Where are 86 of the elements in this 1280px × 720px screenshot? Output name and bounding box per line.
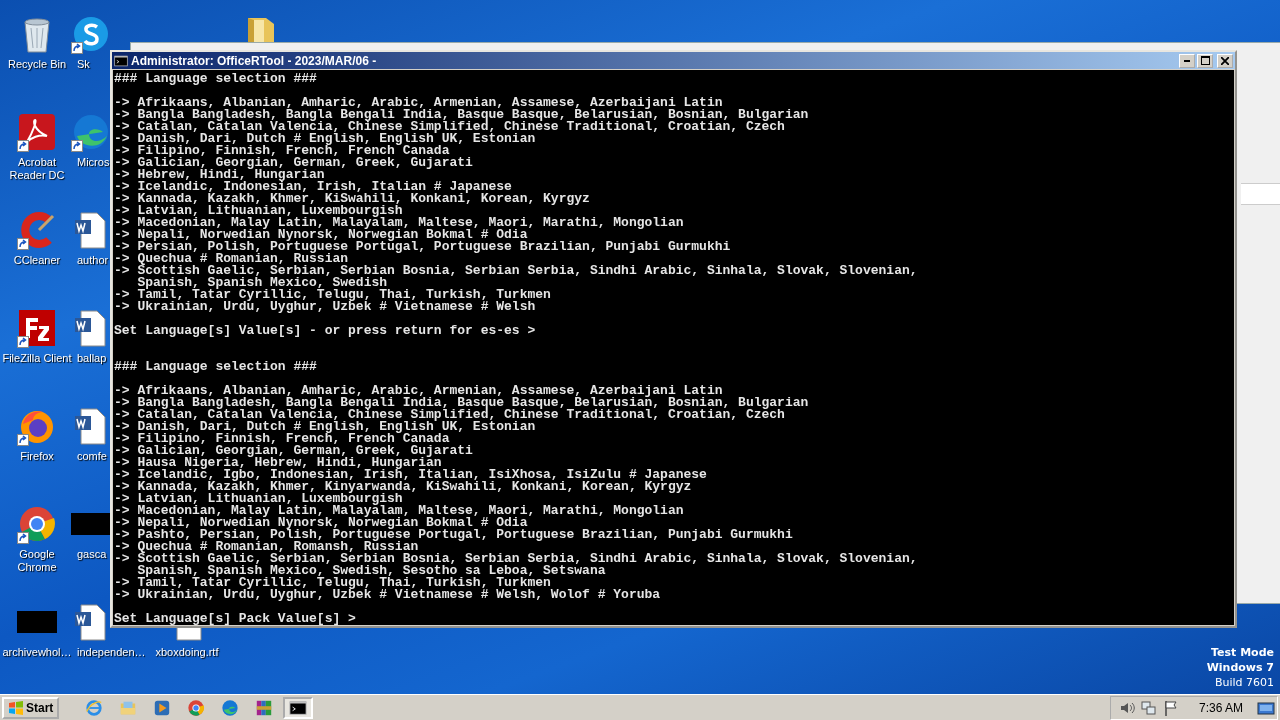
filezilla-icon xyxy=(17,308,57,348)
minimize-icon xyxy=(1184,59,1190,62)
desktop-icon-label[interactable]: ballap xyxy=(75,352,107,365)
console-line: -> Icelandic, Igbo, Indonesian, Irish, Italian, IsiXhosa, IsiZulu # Japanese xyxy=(114,469,707,481)
network-icon[interactable] xyxy=(1140,699,1157,716)
console-line: -> Nepali, Norwedian Nynorsk, Norwegian Bokmal # Odia xyxy=(114,229,528,241)
desktop-icon-label[interactable]: Firefox xyxy=(20,450,54,463)
desktop-icon-label[interactable]: Google Chrome xyxy=(1,548,73,574)
minimize-button[interactable] xyxy=(1179,53,1195,68)
console-line: -> Danish, Dari, Dutch # English, English UK, Estonian xyxy=(114,133,536,145)
os-notice-text: Windows 7 xyxy=(1206,660,1274,675)
console-line: -> Filipino, Finnish, French, French Canada xyxy=(114,145,450,157)
ie-icon xyxy=(85,698,104,717)
console-prompt: Set Language[s] Value[s] - or press return for es-es > xyxy=(114,325,536,337)
show-desktop-icon[interactable] xyxy=(1257,699,1275,716)
desktop-icon-label[interactable]: comfe xyxy=(75,450,107,463)
flag-icon[interactable] xyxy=(1162,699,1179,716)
console-line: -> Scottish Gaelic, Serbian, Serbian Bosnia, Serbian Serbia, Sindhi Arabic, Sinhala, Slovak, Slovenian, xyxy=(114,553,918,565)
console-line: -> Ukrainian, Urdu, Uyghur, Uzbek # Vietnamese # Welsh xyxy=(114,301,536,313)
maximize-icon xyxy=(1200,56,1210,65)
console-line: -> Pashto, Persian, Polish, Portuguese Portugal, Portuguese Brazilian, Punjabi Gurmukhi xyxy=(114,529,793,541)
console-line: -> Tamil, Tatar Cyrillic, Telugu, Thai, Turkish, Turkmen xyxy=(114,577,551,589)
os-notice-text: Test Mode xyxy=(1211,645,1274,660)
console-line: -> Bangla Bangladesh, Bangla Bengali India, Basque Basque, Belarusian, Bosnian, Bulgarian xyxy=(114,109,809,121)
desktop-icon-label[interactable]: xboxdoing.rtf xyxy=(155,646,219,659)
close-button[interactable] xyxy=(1217,53,1233,68)
console-line: -> Latvian, Lithuanian, Luxembourgish xyxy=(114,205,403,217)
console-line: -> Filipino, Finnish, French, French Canada xyxy=(114,433,450,445)
console-line: -> Galician, Georgian, German, Greek, Gujarati xyxy=(114,445,473,457)
console-line: -> Danish, Dari, Dutch # English, English UK, Estonian xyxy=(114,421,536,433)
console-line: -> Ukrainian, Urdu, Uyghur, Uzbek # Vietnamese # Welsh, Wolof # Yoruba xyxy=(114,589,661,601)
console-line: -> Macedonian, Malay Latin, Malayalam, Maltese, Maori, Marathi, Mongolian xyxy=(114,505,684,517)
console-line: -> Hebrew, Hindi, Hungarian xyxy=(114,169,325,181)
console-icon xyxy=(114,53,128,68)
console-line: -> Persian, Polish, Portuguese Portugal, Portuguese Brazilian, Punjabi Gurmukhi xyxy=(114,241,731,253)
file-icon xyxy=(71,513,111,535)
start-button[interactable]: Start xyxy=(2,696,60,719)
console-prompt: Set Language[s] Pack Value[s] > xyxy=(114,613,356,625)
console-line: -> Icelandic, Indonesian, Irish, Italian # Japanese xyxy=(114,181,512,193)
os-notice-text: Build 7601 xyxy=(1214,675,1274,690)
console-line: -> Catalan, Catalan Valencia, Chinese Simplified, Chinese Traditional, Croatian, Czech xyxy=(114,409,785,421)
archive-books-icon xyxy=(255,698,274,717)
desktop-icon-label[interactable]: CCleaner xyxy=(13,254,61,267)
browser-wave-icon xyxy=(221,698,240,717)
console-line: -> Kannada, Kazakh, Khmer, KiSwahili, Konkani, Korean, Kyrgyz xyxy=(114,193,590,205)
clock[interactable]: 7:36 AM xyxy=(1198,700,1243,715)
console-heading: ### Language selection ### xyxy=(114,361,317,373)
desktop-icon-label[interactable]: Acrobat Reader DC xyxy=(1,156,73,182)
console-line: -> Tamil, Tatar Cyrillic, Telugu, Thai, Turkish, Turkmen xyxy=(114,289,551,301)
console-line: -> Scottish Gaelic, Serbian, Serbian Bosnia, Serbian Serbia, Sindhi Arabic, Sinhala, Slovak, Slovenian, xyxy=(114,265,918,277)
console-line: -> Quechua # Romanian, Romansh, Russian xyxy=(114,541,419,553)
console-line: -> Macedonian, Malay Latin, Malayalam, Maltese, Maori, Marathi, Mongolian xyxy=(114,217,684,229)
console-line: -> Nepali, Norwedian Nynorsk, Norwegian Bokmal # Odia xyxy=(114,517,528,529)
desktop-icon-label[interactable]: independen… xyxy=(75,646,146,659)
document-app-icon xyxy=(17,112,57,152)
windows-flag-icon xyxy=(8,700,24,715)
browser-wave-icon xyxy=(71,112,111,152)
console-line: Spanish, Spanish Mexico, Swedish xyxy=(136,277,388,289)
desktop-icon-label[interactable]: Sk xyxy=(75,58,90,71)
console-heading: ### Language selection ### xyxy=(114,73,317,85)
console-line: -> Kannada, Kazakh, Khmer, Kinyarwanda, KiSwahili, Konkani, Korean, Kyrgyz xyxy=(114,481,692,493)
desktop-icon-label[interactable]: FileZilla Client xyxy=(2,352,72,365)
play-icon xyxy=(153,698,172,717)
taskbar-button[interactable] xyxy=(283,696,314,719)
console-line: -> Afrikaans, Albanian, Amharic, Arabic, Armenian, Assamese, Azerbaijani Latin xyxy=(114,97,723,109)
console-line: -> Hausa Nigeria, Hebrew, Hindi, Hungarian xyxy=(114,457,442,469)
console-line: -> Catalan, Catalan Valencia, Chinese Simplified, Chinese Traditional, Croatian, Czech xyxy=(114,121,785,133)
desktop-icon-label[interactable]: Micros xyxy=(75,156,110,169)
console-line: Spanish, Spanish Mexico, Swedish, Sesotho sa Leboa, Setswana xyxy=(136,565,606,577)
window-title: Administrator: OfficeRTool - 2023/MAR/06 - xyxy=(131,53,378,68)
chrome-icon xyxy=(17,504,57,544)
desktop-icon-label[interactable]: Recycle Bin xyxy=(7,58,67,71)
desktop-icon-label[interactable]: author xyxy=(75,254,109,267)
chat-app-icon xyxy=(71,14,111,54)
console-icon xyxy=(289,698,308,717)
console-line: -> Afrikaans, Albanian, Amharic, Arabic, Armenian, Assamese, Azerbaijani Latin xyxy=(114,385,723,397)
file-icon xyxy=(17,611,57,633)
console-line: -> Latvian, Lithuanian, Luxembourgish xyxy=(114,493,403,505)
chrome-icon xyxy=(187,698,206,717)
console-line: -> Bangla Bangladesh, Bangla Bengali India, Basque Basque, Belarusian, Bosnian, Bulgarian xyxy=(114,397,809,409)
desktop-icon-label[interactable]: gasca xyxy=(75,548,107,561)
desktop-icon-label[interactable]: archivewhol… xyxy=(2,646,72,659)
console-line: -> Quechua # Romanian, Russian xyxy=(114,253,349,265)
maximize-button[interactable] xyxy=(1197,53,1213,68)
close-icon xyxy=(1221,56,1229,65)
console-line: -> Galician, Georgian, German, Greek, Gujarati xyxy=(114,157,473,169)
